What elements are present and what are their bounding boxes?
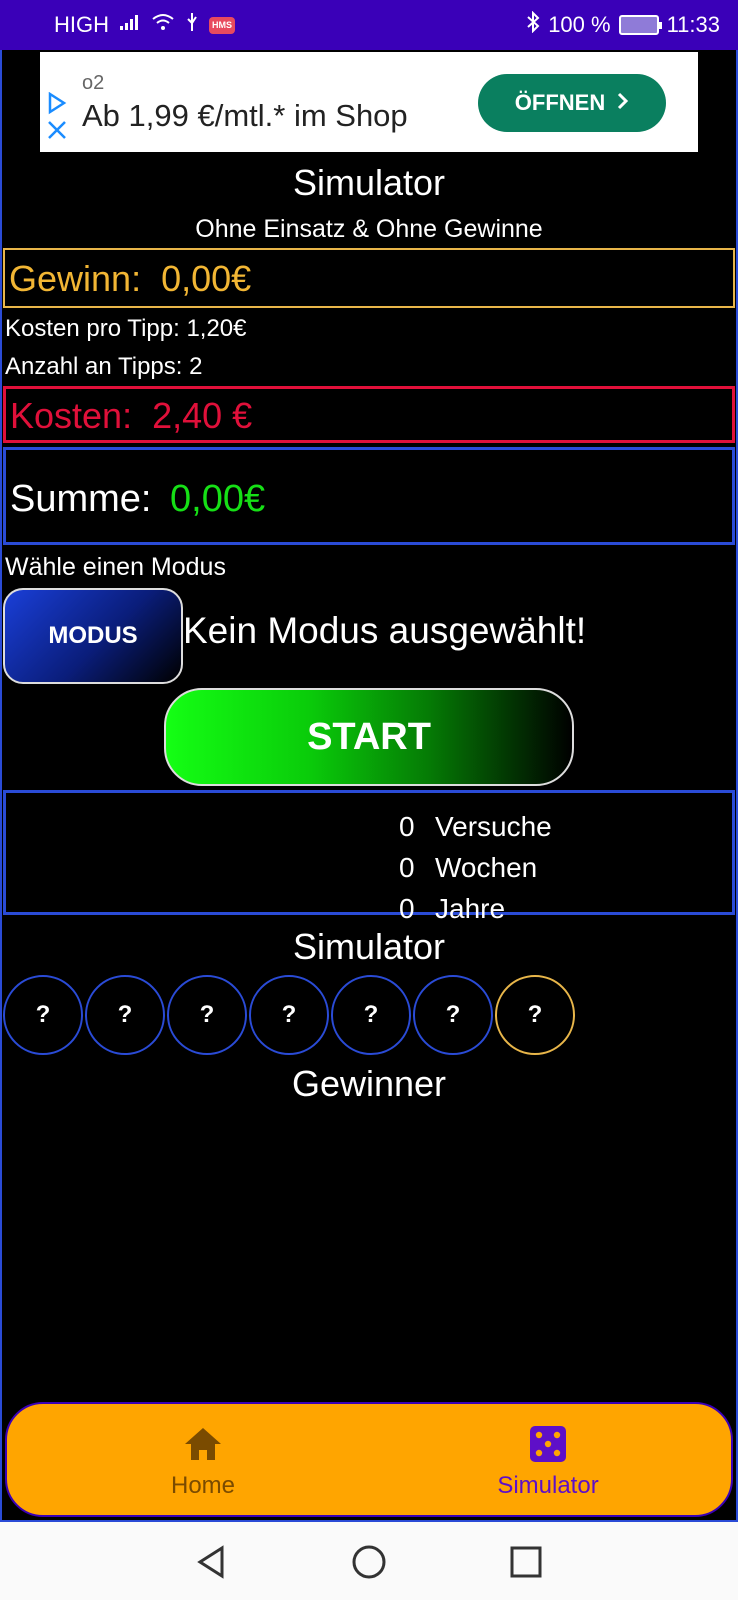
usb-icon (185, 12, 199, 38)
battery-percent: 100 % (548, 12, 611, 37)
kosten-pro-tipp: Kosten pro Tipp: 1,20€ (5, 315, 247, 342)
ad-choices-icon[interactable] (46, 91, 68, 149)
ad-open-button[interactable]: ÖFFNEN (478, 74, 666, 132)
anzahl-tipps: Anzahl an Tipps: 2 (5, 353, 203, 380)
kosten-box: Kosten: 2,40 € (3, 386, 735, 443)
nav-item-simulator[interactable]: Simulator (448, 1422, 648, 1500)
lottery-ball: ? (331, 975, 411, 1055)
summe-value: 0,00€ (170, 478, 266, 520)
winner-title: Gewinner (291, 1063, 447, 1104)
nav-label-home: Home (170, 1472, 236, 1499)
recents-icon[interactable] (504, 1540, 548, 1584)
counter-label: Versuche (435, 811, 552, 842)
home-icon (103, 1422, 303, 1466)
counter-box: 0 Versuche 0 Wochen 0 Jahre (3, 790, 735, 924)
page-subtitle: Ohne Einsatz & Ohne Gewinne (195, 215, 543, 243)
start-button[interactable]: START (164, 688, 574, 786)
hms-icon: HMS (209, 16, 235, 34)
wifi-icon (151, 13, 175, 37)
nav-item-home[interactable]: Home (103, 1422, 303, 1500)
ad-headline[interactable]: Ab 1,99 €/mtl.* im Shop (82, 98, 408, 134)
counter-wochen: 0 Wochen (399, 852, 537, 884)
kosten-value: 2,40 € (152, 395, 253, 436)
lottery-ball: ? (413, 975, 493, 1055)
counter-label: Jahre (435, 893, 506, 924)
lottery-balls: ? ? ? ? ? ? ? (3, 975, 577, 1055)
counter-value: 0 (399, 852, 415, 883)
bluetooth-icon (526, 10, 540, 39)
counter-label: Wochen (435, 852, 538, 883)
kosten-label: Kosten: (10, 395, 133, 436)
page-title: Simulator (292, 162, 446, 203)
ad-open-label: ÖFFNEN (514, 90, 606, 115)
counter-versuche: 0 Versuche (399, 811, 552, 843)
lottery-ball: ? (167, 975, 247, 1055)
summe-box: Summe: 0,00€ (3, 447, 735, 545)
lottery-ball: ? (3, 975, 83, 1055)
lottery-ball: ? (249, 975, 329, 1055)
signal-icon (119, 13, 141, 37)
nav-label-simulator: Simulator (497, 1472, 599, 1499)
superzahl-ball: ? (495, 975, 575, 1055)
counter-jahre: 0 Jahre (399, 893, 505, 925)
gewinn-value: 0,00€ (161, 258, 252, 299)
lottery-ball: ? (85, 975, 165, 1055)
gewinn-box: Gewinn: 0,00€ (3, 248, 735, 308)
modus-button[interactable]: MODUS (3, 588, 183, 684)
dice-icon (448, 1422, 648, 1466)
mode-status: Kein Modus ausgewählt! (183, 610, 587, 651)
back-icon[interactable] (190, 1540, 234, 1584)
bottom-navigation: Home Simulator (5, 1402, 733, 1517)
gewinn-label: Gewinn: (9, 258, 142, 299)
clock: 11:33 (666, 12, 720, 37)
ad-brand: o2 (82, 72, 105, 94)
ad-banner[interactable]: o2 Ab 1,99 €/mtl.* im Shop ÖFFNEN (40, 52, 698, 152)
mode-prompt: Wähle einen Modus (5, 553, 226, 581)
home-circle-icon[interactable] (347, 1540, 391, 1584)
simulator-title: Simulator (292, 926, 446, 967)
counter-value: 0 (399, 893, 415, 924)
battery-icon (618, 15, 662, 35)
network-label: HIGH (54, 12, 109, 37)
summe-label: Summe: (10, 478, 152, 520)
chevron-right-icon (617, 90, 629, 116)
counter-value: 0 (399, 811, 415, 842)
status-bar: HIGH HMS 100 % 11:33 (0, 0, 738, 50)
system-navigation-bar (0, 1522, 738, 1600)
